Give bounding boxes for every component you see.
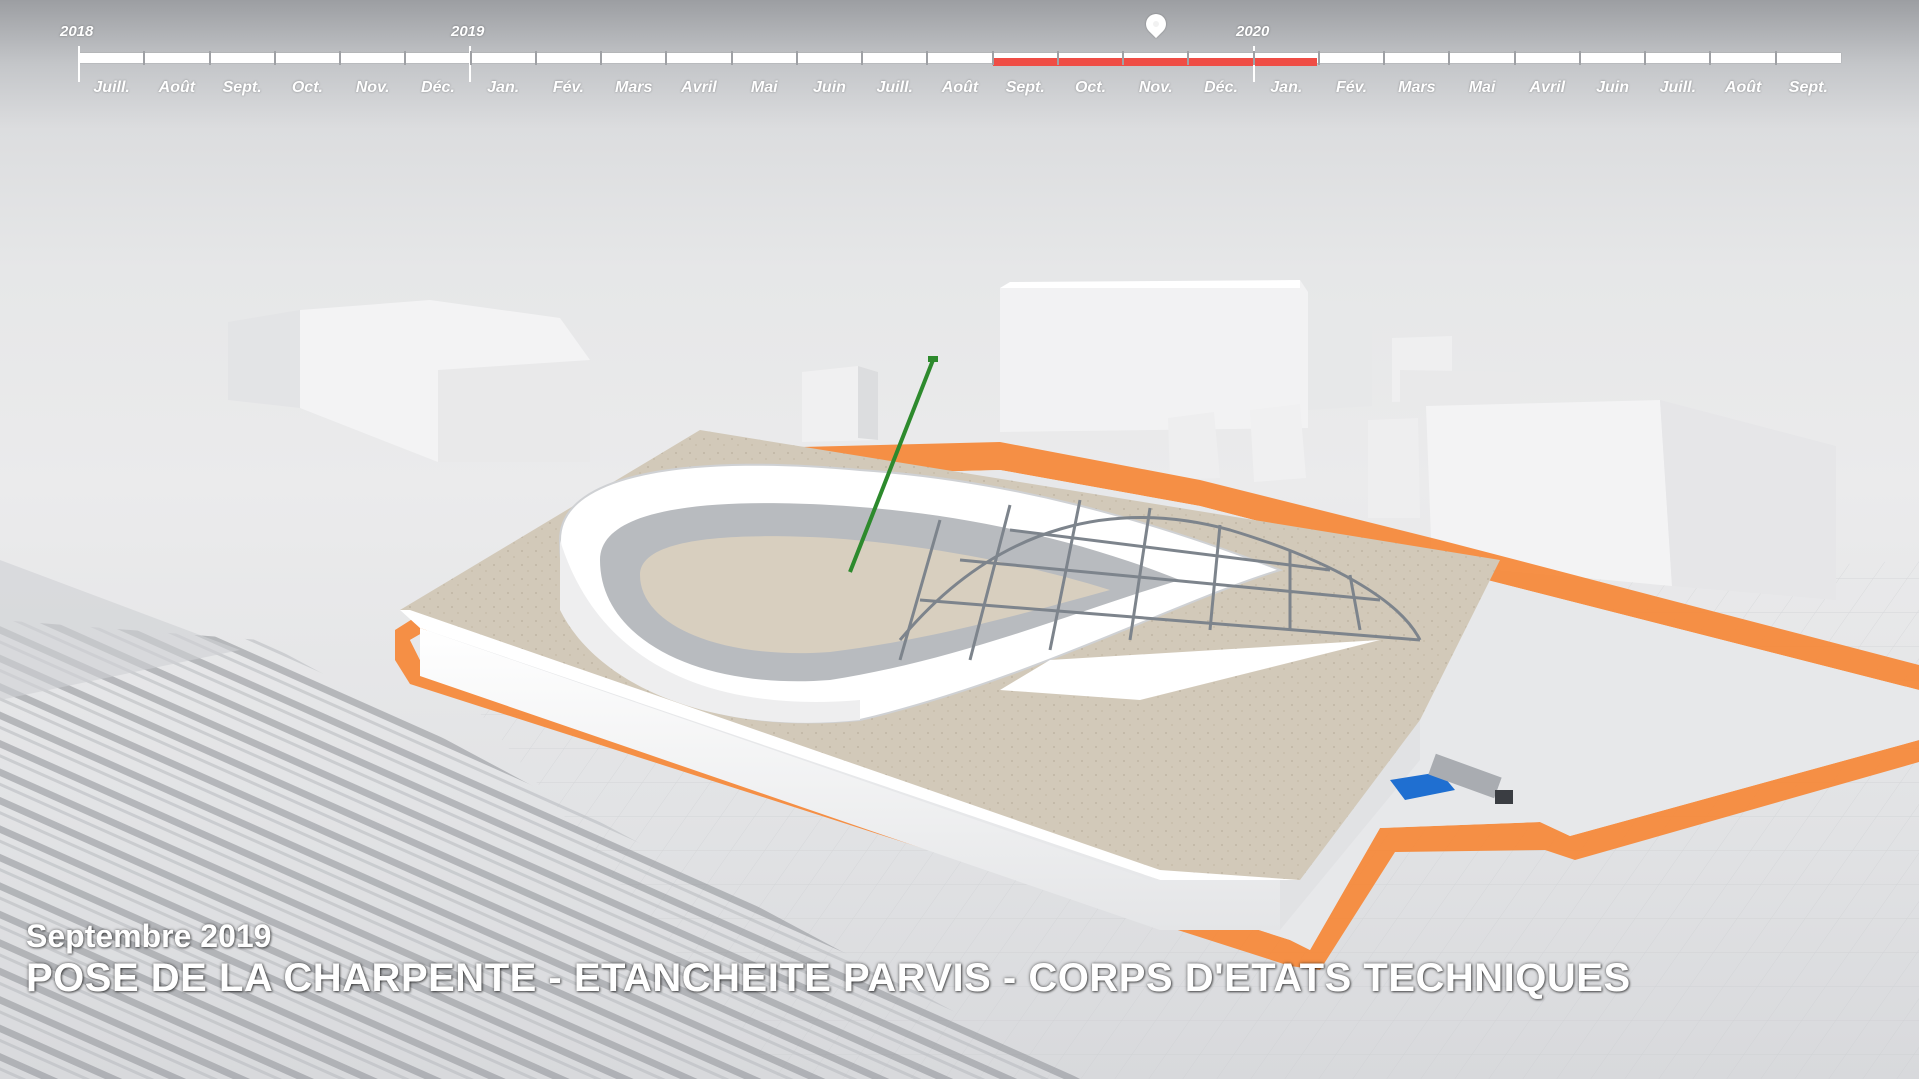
month-divider: [1644, 51, 1647, 65]
month-label[interactable]: Jan.: [1256, 79, 1316, 97]
month-label[interactable]: Juin: [799, 79, 859, 97]
month-divider: [1448, 51, 1451, 65]
month-divider: [665, 51, 668, 65]
timeline-track[interactable]: [79, 53, 1841, 63]
month-divider: [1056, 51, 1059, 65]
month-divider: [1252, 51, 1255, 65]
month-divider: [1709, 51, 1712, 65]
month-label[interactable]: Mars: [1387, 79, 1447, 97]
construction-3d-view[interactable]: [0, 0, 1919, 1079]
month-divider: [208, 51, 211, 65]
month-label[interactable]: Jan.: [473, 79, 533, 97]
month-label[interactable]: Nov.: [1126, 79, 1186, 97]
month-divider: [273, 51, 276, 65]
year-tick-2018: [78, 46, 80, 82]
month-divider: [143, 51, 146, 65]
month-label[interactable]: Sept.: [995, 79, 1055, 97]
year-label-2020: 2020: [1236, 23, 1270, 40]
month-label[interactable]: Août: [930, 79, 990, 97]
month-divider: [1317, 51, 1320, 65]
timeline-progress-bar: [992, 58, 1317, 66]
phase-title: POSE DE LA CHARPENTE - ETANCHEITE PARVIS…: [26, 956, 1631, 1000]
year-label-2018: 2018: [60, 23, 94, 40]
month-label[interactable]: Nov.: [343, 79, 403, 97]
month-label[interactable]: Avril: [1517, 79, 1577, 97]
month-label[interactable]: Juill.: [82, 79, 142, 97]
month-label[interactable]: Fév.: [1322, 79, 1382, 97]
month-label[interactable]: Août: [1713, 79, 1773, 97]
month-divider: [861, 51, 864, 65]
month-label[interactable]: Oct.: [277, 79, 337, 97]
month-divider: [1774, 51, 1777, 65]
project-timeline[interactable]: 2018 2019 2020 Juill. Août Sept. Oct. Nov. Dé…: [0, 0, 1919, 100]
month-label[interactable]: Juin: [1583, 79, 1643, 97]
month-divider: [404, 51, 407, 65]
map-pin-icon[interactable]: [1141, 9, 1170, 39]
month-label[interactable]: Août: [147, 79, 207, 97]
month-divider: [795, 51, 798, 65]
month-divider: [534, 51, 537, 65]
month-label[interactable]: Sept.: [1778, 79, 1838, 97]
month-label[interactable]: Avril: [669, 79, 729, 97]
month-divider: [1122, 51, 1125, 65]
month-label[interactable]: Juill.: [865, 79, 925, 97]
month-divider: [600, 51, 603, 65]
month-label[interactable]: Déc.: [1191, 79, 1251, 97]
month-label[interactable]: Mai: [1452, 79, 1512, 97]
month-label[interactable]: Sept.: [212, 79, 272, 97]
month-divider: [339, 51, 342, 65]
month-divider: [469, 51, 472, 65]
month-label[interactable]: Fév.: [538, 79, 598, 97]
month-divider: [1578, 51, 1581, 65]
phase-date: Septembre 2019: [26, 918, 272, 954]
month-label[interactable]: Mars: [604, 79, 664, 97]
month-label[interactable]: Oct.: [1061, 79, 1121, 97]
month-divider: [730, 51, 733, 65]
month-divider: [1513, 51, 1516, 65]
month-divider: [1187, 51, 1190, 65]
month-label[interactable]: Mai: [734, 79, 794, 97]
month-label[interactable]: Déc.: [408, 79, 468, 97]
year-label-2019: 2019: [451, 23, 485, 40]
month-divider: [926, 51, 929, 65]
month-divider: [1383, 51, 1386, 65]
month-label[interactable]: Juill.: [1648, 79, 1708, 97]
month-divider: [991, 51, 994, 65]
